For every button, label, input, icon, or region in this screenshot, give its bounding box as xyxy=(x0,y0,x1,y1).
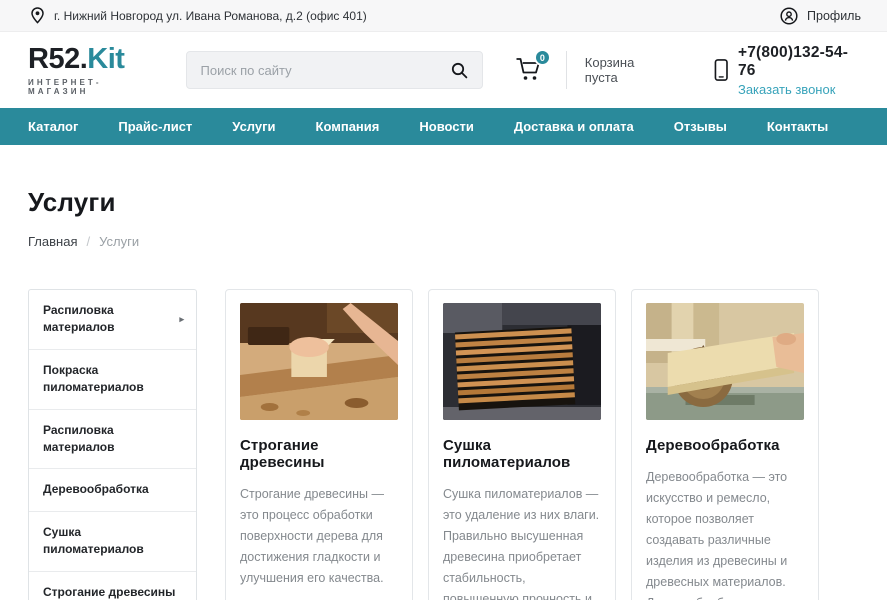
cart-button[interactable]: 0 xyxy=(515,53,544,87)
nav-item-catalog[interactable]: Каталог xyxy=(8,108,98,145)
service-card-sushka[interactable]: Сушка пиломатериалов Сушка пиломатериало… xyxy=(428,289,616,600)
logo-accent: Kit xyxy=(87,43,124,75)
logo-primary: R52. xyxy=(28,43,87,75)
card-title: Деревообработка xyxy=(646,437,804,454)
sidebar-item-derevoobrabotka[interactable]: Деревообработка xyxy=(29,469,196,511)
circular-saw-image xyxy=(646,303,804,420)
nav-item-pricelist[interactable]: Прайс-лист xyxy=(98,108,212,145)
store-address: г. Нижний Новгород ул. Ивана Романова, д… xyxy=(30,7,367,24)
location-pin-icon xyxy=(30,7,45,24)
sidebar-item-raspilovka-2[interactable]: Распиловка материалов xyxy=(29,410,196,470)
sidebar-item-label: Распиловка материалов xyxy=(43,422,184,457)
logo[interactable]: R52.Kit ИНТЕРНЕТ-МАГАЗИН xyxy=(28,45,158,96)
lumber-stack-image xyxy=(443,303,601,420)
sidebar-item-stroganie[interactable]: Строгание древесины xyxy=(29,572,196,600)
card-title: Сушка пиломатериалов xyxy=(443,437,601,471)
nav-item-reviews[interactable]: Отзывы xyxy=(654,108,747,145)
nav-item-contacts[interactable]: Контакты xyxy=(747,108,848,145)
submenu-arrow-icon: ▸ xyxy=(179,313,184,326)
content-row: Распиловка материалов ▸ Покраска пиломат… xyxy=(28,289,859,600)
header: R52.Kit ИНТЕРНЕТ-МАГАЗИН 0 Корзина пуста xyxy=(0,32,887,108)
sidebar-item-pokraska[interactable]: Покраска пиломатериалов xyxy=(29,350,196,410)
profile-button[interactable]: Профиль xyxy=(780,7,861,25)
breadcrumb-home-link[interactable]: Главная xyxy=(28,234,77,249)
breadcrumb-current: Услуги xyxy=(99,234,139,249)
sidebar-item-label: Распиловка материалов xyxy=(43,302,173,337)
services-sidebar-menu: Распиловка материалов ▸ Покраска пиломат… xyxy=(28,289,197,600)
nav-item-services[interactable]: Услуги xyxy=(212,108,295,145)
phone-number-link[interactable]: +7(800)132-54-76 xyxy=(738,44,861,80)
profile-icon xyxy=(780,7,798,25)
callback-link[interactable]: Заказать звонок xyxy=(738,82,861,97)
service-card-stroganie[interactable]: Строгание древесины Строгание древесины … xyxy=(225,289,413,600)
nav-item-company[interactable]: Компания xyxy=(296,108,400,145)
cart-area: 0 Корзина пуста xyxy=(515,51,666,89)
main-nav: Каталог Прайс-лист Услуги Компания Новос… xyxy=(0,108,887,145)
phone-icon xyxy=(714,58,728,82)
sidebar-item-label: Строгание древесины xyxy=(43,584,175,600)
page-title: Услуги xyxy=(28,187,859,218)
sidebar-item-sushka[interactable]: Сушка пиломатериалов xyxy=(29,512,196,572)
site-search xyxy=(186,51,483,89)
card-description: Сушка пиломатериалов — это удаление из н… xyxy=(443,484,601,600)
sidebar-item-label: Деревообработка xyxy=(43,481,149,498)
nav-item-news[interactable]: Новости xyxy=(399,108,494,145)
logo-text: R52.Kit xyxy=(28,45,158,74)
card-description: Строгание древесины — это процесс обрабо… xyxy=(240,484,398,589)
logo-subtitle: ИНТЕРНЕТ-МАГАЗИН xyxy=(28,78,158,96)
address-text: г. Нижний Новгород ул. Ивана Романова, д… xyxy=(54,9,367,23)
card-description: Деревообработка — это искусство и ремесл… xyxy=(646,467,804,600)
phone-texts: +7(800)132-54-76 Заказать звонок xyxy=(738,44,861,97)
search-icon xyxy=(451,62,468,79)
search-input[interactable] xyxy=(201,63,449,78)
breadcrumb: Главная / Услуги xyxy=(28,234,859,249)
wood-planing-image xyxy=(240,303,398,420)
nav-item-delivery[interactable]: Доставка и оплата xyxy=(494,108,654,145)
cart-status-text: Корзина пуста xyxy=(585,55,666,85)
top-bar: г. Нижний Новгород ул. Ивана Романова, д… xyxy=(0,0,887,32)
phone-area: +7(800)132-54-76 Заказать звонок xyxy=(714,44,861,97)
sidebar-item-label: Сушка пиломатериалов xyxy=(43,524,184,559)
card-title: Строгание древесины xyxy=(240,437,398,471)
breadcrumb-separator: / xyxy=(86,234,90,249)
sidebar-item-raspilovka-1[interactable]: Распиловка материалов ▸ xyxy=(29,290,196,350)
sidebar-item-label: Покраска пиломатериалов xyxy=(43,362,184,397)
service-cards: Строгание древесины Строгание древесины … xyxy=(225,289,819,600)
page-content: Услуги Главная / Услуги Распиловка матер… xyxy=(0,187,887,600)
search-button[interactable] xyxy=(449,60,470,81)
cart-count-badge: 0 xyxy=(534,49,551,66)
divider xyxy=(566,51,567,89)
service-card-derevoobrabotka[interactable]: Деревообработка Деревообработка — это ис… xyxy=(631,289,819,600)
profile-label: Профиль xyxy=(807,9,861,23)
